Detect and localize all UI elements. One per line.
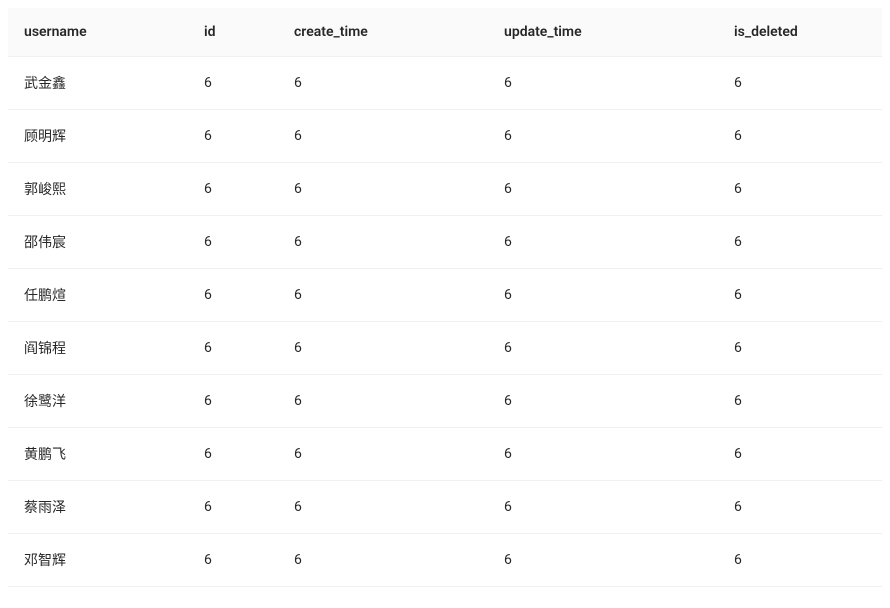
column-header-is-deleted[interactable]: is_deleted xyxy=(718,8,882,57)
cell-username: 蔡雨泽 xyxy=(8,481,188,534)
cell-update-time: 6 xyxy=(488,322,718,375)
cell-create-time: 6 xyxy=(278,110,488,163)
table-row[interactable]: 徐鹭洋 6 6 6 6 xyxy=(8,375,882,428)
cell-id: 6 xyxy=(188,110,278,163)
table-row[interactable]: 阎锦程 6 6 6 6 xyxy=(8,322,882,375)
cell-is-deleted: 6 xyxy=(718,110,882,163)
cell-username: 徐鹭洋 xyxy=(8,375,188,428)
cell-id: 6 xyxy=(188,216,278,269)
cell-is-deleted: 6 xyxy=(718,163,882,216)
cell-create-time: 6 xyxy=(278,322,488,375)
cell-create-time: 6 xyxy=(278,57,488,110)
table-body: 武金鑫 6 6 6 6 顾明辉 6 6 6 6 郭峻熙 6 6 6 6 邵伟 xyxy=(8,57,882,587)
cell-id: 6 xyxy=(188,481,278,534)
cell-update-time: 6 xyxy=(488,269,718,322)
table-row[interactable]: 郭峻熙 6 6 6 6 xyxy=(8,163,882,216)
cell-is-deleted: 6 xyxy=(718,428,882,481)
cell-create-time: 6 xyxy=(278,216,488,269)
column-header-id[interactable]: id xyxy=(188,8,278,57)
cell-is-deleted: 6 xyxy=(718,57,882,110)
table-row[interactable]: 邵伟宸 6 6 6 6 xyxy=(8,216,882,269)
cell-username: 阎锦程 xyxy=(8,322,188,375)
cell-update-time: 6 xyxy=(488,57,718,110)
cell-is-deleted: 6 xyxy=(718,481,882,534)
cell-id: 6 xyxy=(188,375,278,428)
cell-update-time: 6 xyxy=(488,216,718,269)
table-header-row: username id create_time update_time is_d… xyxy=(8,8,882,57)
cell-id: 6 xyxy=(188,322,278,375)
cell-is-deleted: 6 xyxy=(718,375,882,428)
cell-id: 6 xyxy=(188,163,278,216)
table-header: username id create_time update_time is_d… xyxy=(8,8,882,57)
cell-username: 黄鹏飞 xyxy=(8,428,188,481)
cell-is-deleted: 6 xyxy=(718,322,882,375)
table-row[interactable]: 顾明辉 6 6 6 6 xyxy=(8,110,882,163)
cell-create-time: 6 xyxy=(278,375,488,428)
cell-username: 顾明辉 xyxy=(8,110,188,163)
table-row[interactable]: 邓智辉 6 6 6 6 xyxy=(8,534,882,587)
cell-create-time: 6 xyxy=(278,163,488,216)
cell-username: 邓智辉 xyxy=(8,534,188,587)
cell-is-deleted: 6 xyxy=(718,269,882,322)
cell-create-time: 6 xyxy=(278,428,488,481)
column-header-username[interactable]: username xyxy=(8,8,188,57)
cell-create-time: 6 xyxy=(278,534,488,587)
cell-username: 任鹏煊 xyxy=(8,269,188,322)
data-table-container: username id create_time update_time is_d… xyxy=(8,8,882,587)
cell-username: 邵伟宸 xyxy=(8,216,188,269)
cell-update-time: 6 xyxy=(488,534,718,587)
cell-create-time: 6 xyxy=(278,269,488,322)
cell-update-time: 6 xyxy=(488,428,718,481)
column-header-create-time[interactable]: create_time xyxy=(278,8,488,57)
cell-id: 6 xyxy=(188,269,278,322)
cell-id: 6 xyxy=(188,428,278,481)
cell-create-time: 6 xyxy=(278,481,488,534)
table-row[interactable]: 武金鑫 6 6 6 6 xyxy=(8,57,882,110)
cell-is-deleted: 6 xyxy=(718,534,882,587)
cell-update-time: 6 xyxy=(488,110,718,163)
cell-is-deleted: 6 xyxy=(718,216,882,269)
cell-id: 6 xyxy=(188,534,278,587)
table-row[interactable]: 任鹏煊 6 6 6 6 xyxy=(8,269,882,322)
cell-update-time: 6 xyxy=(488,375,718,428)
cell-id: 6 xyxy=(188,57,278,110)
column-header-update-time[interactable]: update_time xyxy=(488,8,718,57)
cell-update-time: 6 xyxy=(488,163,718,216)
cell-username: 武金鑫 xyxy=(8,57,188,110)
data-table: username id create_time update_time is_d… xyxy=(8,8,882,587)
cell-username: 郭峻熙 xyxy=(8,163,188,216)
cell-update-time: 6 xyxy=(488,481,718,534)
table-row[interactable]: 蔡雨泽 6 6 6 6 xyxy=(8,481,882,534)
table-row[interactable]: 黄鹏飞 6 6 6 6 xyxy=(8,428,882,481)
